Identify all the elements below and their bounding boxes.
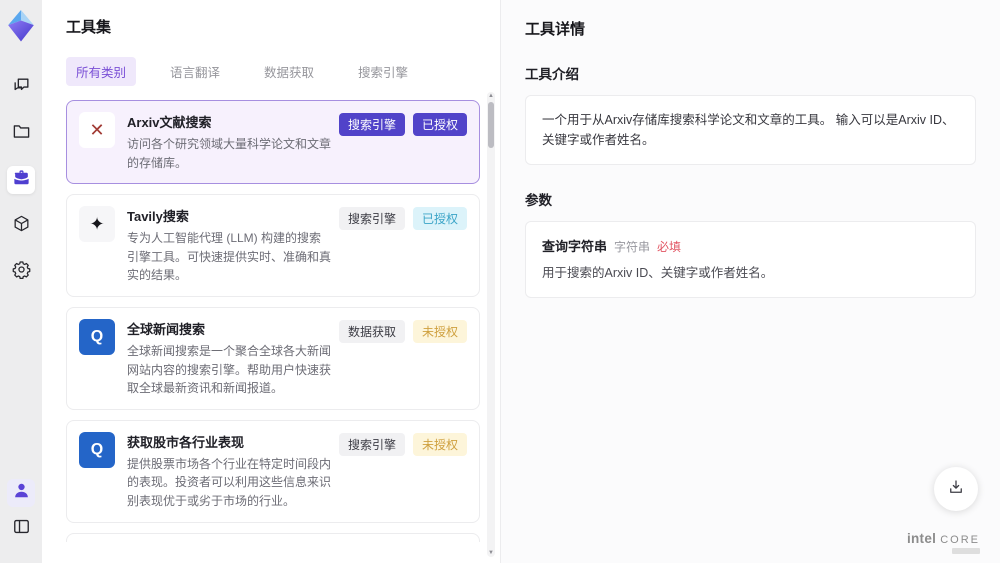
tool-card[interactable]: 获取市场最活跃股票信息 提供当天交易量最高的股票列表。投资者可以利用这些信息来识… [66,532,480,542]
cube-icon [12,214,31,238]
tool-list-panel: 工具集 所有类别 语言翻译 数据获取 搜索引擎 Arxiv文献搜索 访问各个研究… [42,0,500,563]
page-title: 工具集 [66,19,112,36]
tool-card-body: 获取股市各行业表现 提供股票市场各个行业在特定时间段内的表现。投资者可以利用这些… [127,432,339,511]
auth-status-badge: 已授权 [412,207,467,231]
sidebar-bottom-group [7,479,35,551]
tool-card[interactable]: 获取股市各行业表现 提供股票市场各个行业在特定时间段内的表现。投资者可以利用这些… [66,419,480,523]
tool-description: 专为人工智能代理 (LLM) 构建的搜索引擎工具。可快速提供实时、准确和真实的结… [127,231,332,283]
chat-icon [12,76,31,100]
tool-card-body: Arxiv文献搜索 访问各个研究领域大量科学论文和文章的存储库。 [127,112,339,172]
sidebar-item-files[interactable] [7,120,35,148]
param-type: 字符串 [614,240,651,254]
intro-text: 一个用于从Arxiv存储库搜索科学论文和文章的工具。 输入可以是Arxiv ID… [542,113,955,147]
scroll-down-icon[interactable]: ▼ [487,549,495,557]
tool-detail-panel: 工具详情 工具介绍 一个用于从Arxiv存储库搜索科学论文和文章的工具。 输入可… [500,0,1000,563]
category-badge: 数据获取 [338,319,405,343]
tavily-icon [79,206,115,243]
auth-status-badge: 已授权 [412,113,467,136]
tab-data-fetch[interactable]: 数据获取 [254,57,324,86]
category-badge: 搜索引擎 [338,113,405,136]
app-window: 工具集 所有类别 语言翻译 数据获取 搜索引擎 Arxiv文献搜索 访问各个研究… [0,0,1000,563]
intro-heading: 工具介绍 [525,67,579,82]
tool-tags: 搜索引擎 已授权 [338,113,467,136]
tool-tags: 搜索引擎 未授权 [338,432,467,456]
auth-status-badge: 未授权 [412,432,467,456]
param-required-badge: 必填 [657,240,682,254]
folder-icon [12,122,31,146]
param-box: 查询字符串 字符串 必填 用于搜索的Arxiv ID、关键字或作者姓名。 [525,221,976,298]
sidebar-item-toolbox[interactable] [7,166,35,194]
q-news-icon [79,431,115,468]
download-button[interactable] [934,467,978,511]
detail-title: 工具详情 [525,21,586,38]
tool-card[interactable]: Arxiv文献搜索 访问各个研究领域大量科学论文和文章的存储库。 搜索引擎 已授… [66,100,480,185]
tool-description: 访问各个研究领域大量科学论文和文章的存储库。 [127,137,332,170]
param-name: 查询字符串 [542,239,608,254]
param-desc: 用于搜索的Arxiv ID、关键字或作者姓名。 [542,266,774,280]
intro-box: 一个用于从Arxiv存储库搜索科学论文和文章的工具。 输入可以是Arxiv ID… [525,95,976,165]
auth-status-badge: 未授权 [412,319,467,343]
tool-name: 全球新闻搜索 [127,321,206,337]
tool-card-body: 全球新闻搜索 全球新闻搜索是一个聚合全球各大新闻网站内容的搜索引擎。帮助用户快速… [127,319,339,398]
tool-card[interactable]: Tavily搜索 专为人工智能代理 (LLM) 构建的搜索引擎工具。可快速提供实… [66,194,480,297]
tab-all-categories[interactable]: 所有类别 [66,57,137,86]
sidebar-item-chat[interactable] [7,74,35,102]
gear-icon [12,260,31,284]
tab-language-translation[interactable]: 语言翻译 [160,57,230,86]
tool-tags: 搜索引擎 已授权 [338,207,467,231]
tab-search-engine[interactable]: 搜索引擎 [348,57,418,86]
tool-description: 提供股票市场各个行业在特定时间段内的表现。投资者可以利用这些信息来识别表现优于或… [127,456,332,508]
brand-subtext-placeholder [952,548,980,554]
q-news-icon [79,318,115,355]
panel-toggle-icon [12,517,31,541]
category-badge: 搜索引擎 [338,432,405,456]
download-icon [947,478,965,501]
app-logo-icon [7,10,35,42]
brand-intel-text: intel [906,531,937,546]
tool-card-body: Tavily搜索 专为人工智能代理 (LLM) 构建的搜索引擎工具。可快速提供实… [127,206,339,285]
param-head: 查询字符串 字符串 必填 [542,236,959,255]
tool-list: Arxiv文献搜索 访问各个研究领域大量科学论文和文章的存储库。 搜索引擎 已授… [66,100,480,542]
sidebar-item-account[interactable] [7,479,35,507]
arxiv-icon [79,112,115,148]
user-icon [12,481,31,505]
category-badge: 搜索引擎 [338,207,405,231]
sidebar-item-panel-toggle[interactable] [7,515,35,543]
list-scrollbar[interactable]: ▲ ▼ [487,92,495,557]
tool-card[interactable]: 全球新闻搜索 全球新闻搜索是一个聚合全球各大新闻网站内容的搜索引擎。帮助用户快速… [66,306,480,410]
sidebar [0,0,42,563]
sidebar-item-packages[interactable] [7,212,35,240]
tool-tags: 数据获取 未授权 [338,319,467,343]
category-tabs: 所有类别 语言翻译 数据获取 搜索引擎 [66,57,500,86]
brand-core-text: core [940,534,980,546]
tool-name: 获取股市各行业表现 [127,434,245,450]
tool-name: Arxiv文献搜索 [127,115,212,130]
scrollbar-thumb[interactable] [488,102,494,148]
sidebar-item-settings[interactable] [7,258,35,286]
briefcase-icon [12,168,31,192]
tool-description: 全球新闻搜索是一个聚合全球各大新闻网站内容的搜索引擎。帮助用户快速获取全球最新资… [127,343,332,396]
params-heading: 参数 [525,193,552,208]
intel-core-logo: intel core [907,531,980,554]
tool-name: Tavily搜索 [127,209,189,225]
scroll-up-icon[interactable]: ▲ [487,92,495,100]
